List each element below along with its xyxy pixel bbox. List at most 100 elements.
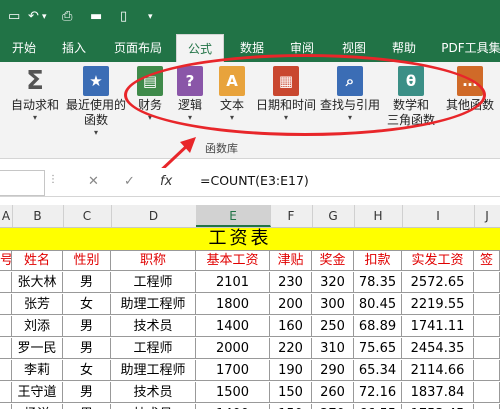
table-cell[interactable]: 78.35 <box>354 272 402 293</box>
table-cell[interactable] <box>474 338 500 359</box>
table-cell[interactable] <box>0 338 12 359</box>
cancel-icon[interactable]: ✕ <box>88 174 99 189</box>
table-cell[interactable] <box>0 294 12 315</box>
header-cell[interactable]: 实发工资 <box>402 250 474 271</box>
table-cell[interactable] <box>0 404 12 409</box>
table-cell[interactable]: 助理工程师 <box>111 360 196 381</box>
header-cell[interactable]: 扣款 <box>354 250 402 271</box>
table-cell[interactable] <box>0 360 12 381</box>
table-cell[interactable]: 300 <box>312 294 354 315</box>
table-cell[interactable]: 男 <box>63 316 111 337</box>
insert-function-icon[interactable]: fx <box>160 174 172 189</box>
table-cell[interactable]: 工程师 <box>111 272 196 293</box>
table-cell[interactable]: 2454.35 <box>402 338 474 359</box>
table-cell[interactable]: 66.55 <box>354 404 402 409</box>
header-cell[interactable]: 职称 <box>111 250 196 271</box>
table-cell[interactable] <box>474 316 500 337</box>
table-cell[interactable]: 72.16 <box>354 382 402 403</box>
table-cell[interactable]: 150 <box>270 404 312 409</box>
table-cell[interactable]: 李莉 <box>12 360 63 381</box>
table-cell[interactable]: 2219.55 <box>402 294 474 315</box>
table-cell[interactable]: 310 <box>312 338 354 359</box>
more-options-icon: ⋮ <box>48 174 58 185</box>
enter-icon[interactable]: ✓ <box>124 174 135 189</box>
worksheet-grid: 工资表 号姓名 性别 职称 基本工资 津贴 奖金 扣款 实发工资签张大林男工程师 2101 230… <box>0 228 500 409</box>
table-cell[interactable]: 1700 <box>196 360 270 381</box>
formula-bar: ⋮ ✕ ✓ fx =COUNT(E3:E17) <box>0 168 500 197</box>
header-cell[interactable]: 性别 <box>63 250 111 271</box>
table-cell[interactable]: 技术员 <box>111 404 196 409</box>
table-cell[interactable] <box>474 404 500 409</box>
table-cell[interactable]: 男 <box>63 382 111 403</box>
table-cell[interactable]: 女 <box>63 360 111 381</box>
table-cell[interactable]: 张芳 <box>12 294 63 315</box>
table-cell[interactable]: 160 <box>270 316 312 337</box>
table-cell[interactable]: 2000 <box>196 338 270 359</box>
table-cell[interactable]: 1753.45 <box>402 404 474 409</box>
table-cell[interactable]: 250 <box>312 316 354 337</box>
table-cell[interactable] <box>474 294 500 315</box>
table-cell[interactable]: 男 <box>63 272 111 293</box>
table-cell[interactable] <box>474 382 500 403</box>
table-cell[interactable] <box>0 272 12 293</box>
table-cell[interactable]: 刘添 <box>12 316 63 337</box>
table-cell[interactable]: 技术员 <box>111 382 196 403</box>
column-header-j[interactable]: J <box>474 205 500 227</box>
table-cell[interactable]: 张大林 <box>12 272 63 293</box>
table-cell[interactable]: 1741.11 <box>402 316 474 337</box>
table-cell[interactable]: 男 <box>63 404 111 409</box>
table-cell[interactable]: 2101 <box>196 272 270 293</box>
table-cell[interactable]: 320 <box>312 272 354 293</box>
table-cell[interactable]: 1837.84 <box>402 382 474 403</box>
table-cell[interactable]: 150 <box>270 382 312 403</box>
name-box[interactable] <box>0 170 45 196</box>
table-cell[interactable]: 1400 <box>196 316 270 337</box>
table-cell[interactable]: 女 <box>63 294 111 315</box>
table-cell[interactable]: 230 <box>270 272 312 293</box>
column-header-f[interactable]: F <box>270 205 313 227</box>
header-cell[interactable]: 奖金 <box>312 250 354 271</box>
table-cell[interactable] <box>0 382 12 403</box>
table-cell[interactable]: 男 <box>63 338 111 359</box>
table-cell[interactable]: 杨洋 <box>12 404 63 409</box>
table-cell[interactable]: 罗一民 <box>12 338 63 359</box>
table-cell[interactable]: 290 <box>312 360 354 381</box>
table-cell[interactable]: 1400 <box>196 404 270 409</box>
title-row: 工资表 <box>0 228 500 251</box>
sheet-title: 工资表 <box>208 228 272 249</box>
column-header-h[interactable]: H <box>354 205 403 227</box>
column-header-i[interactable]: I <box>402 205 475 227</box>
header-cell[interactable]: 基本工资 <box>196 250 270 271</box>
table-cell[interactable]: 80.45 <box>354 294 402 315</box>
table-cell[interactable]: 1800 <box>196 294 270 315</box>
header-cell[interactable]: 津贴 <box>270 250 312 271</box>
table-cell[interactable]: 技术员 <box>111 316 196 337</box>
header-cell[interactable]: 签 <box>474 250 500 271</box>
table-cell[interactable]: 68.89 <box>354 316 402 337</box>
formula-input[interactable]: =COUNT(E3:E17) <box>200 173 309 188</box>
table-cell[interactable]: 190 <box>270 360 312 381</box>
column-header-c[interactable]: C <box>63 205 112 227</box>
column-header-b[interactable]: B <box>12 205 64 227</box>
table-cell[interactable]: 260 <box>312 382 354 403</box>
table-cell[interactable]: 2572.65 <box>402 272 474 293</box>
table-cell[interactable]: 65.34 <box>354 360 402 381</box>
column-header-g[interactable]: G <box>312 205 355 227</box>
table-cell[interactable] <box>474 272 500 293</box>
table-cell[interactable]: 王守道 <box>12 382 63 403</box>
table-cell[interactable]: 200 <box>270 294 312 315</box>
table-cell[interactable]: 1500 <box>196 382 270 403</box>
header-cell[interactable]: 号 <box>0 250 12 271</box>
header-cell[interactable]: 姓名 <box>12 250 63 271</box>
column-header-e[interactable]: E <box>196 205 271 227</box>
table-cell[interactable]: 75.65 <box>354 338 402 359</box>
column-headers: A B C D E F G H I J <box>0 205 500 228</box>
table-cell[interactable]: 220 <box>270 338 312 359</box>
table-cell[interactable]: 助理工程师 <box>111 294 196 315</box>
table-cell[interactable]: 工程师 <box>111 338 196 359</box>
table-cell[interactable]: 2114.66 <box>402 360 474 381</box>
column-header-d[interactable]: D <box>111 205 197 227</box>
table-cell[interactable] <box>474 360 500 381</box>
table-cell[interactable] <box>0 316 12 337</box>
table-cell[interactable]: 270 <box>312 404 354 409</box>
